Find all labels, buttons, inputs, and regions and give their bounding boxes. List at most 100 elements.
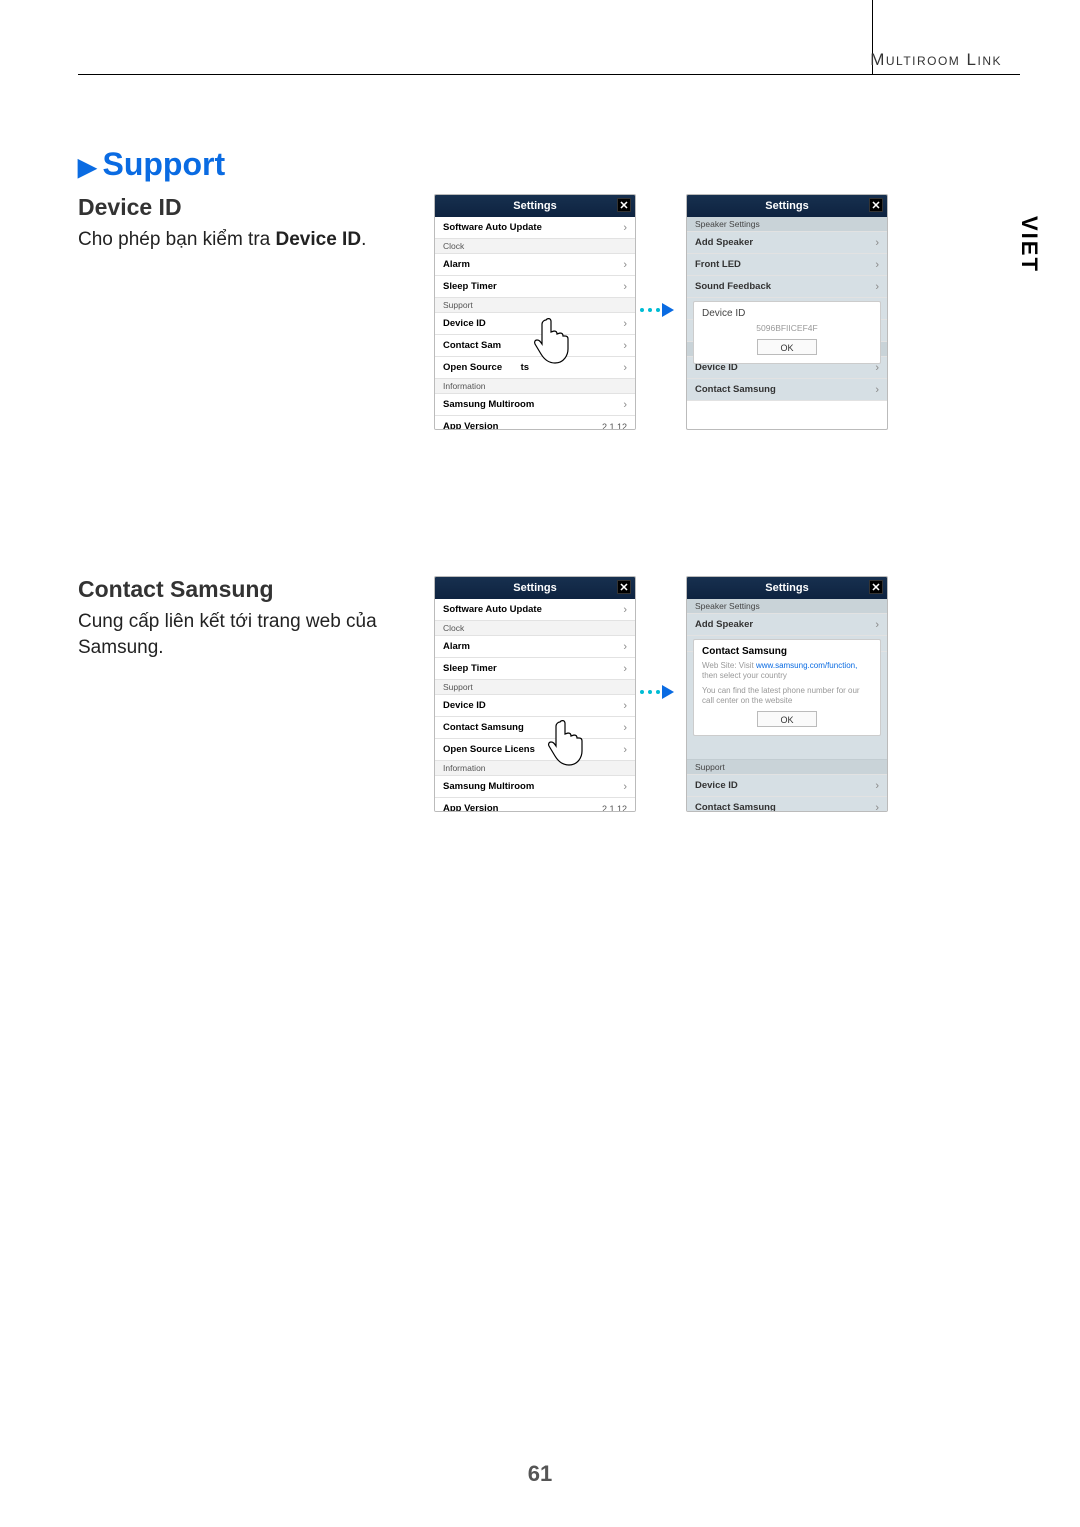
label: Alarm (443, 259, 470, 270)
settings-header: Settings ✕ (435, 577, 635, 599)
chevron-right-icon: › (623, 340, 627, 352)
support-heading: ▶Support (78, 146, 225, 183)
chevron-right-icon: › (623, 362, 627, 374)
row-support-header: Support (687, 760, 887, 775)
row-open-source[interactable]: Open Source ts › (435, 357, 635, 379)
breadcrumb: Multiroom Link (870, 50, 1002, 70)
contact-samsung-popup: Contact Samsung Web Site: Visit www.sams… (693, 639, 881, 736)
label: App Version (443, 421, 498, 430)
row-contact-samsung[interactable]: Contact Samsung› (435, 717, 635, 739)
chevron-right-icon: › (623, 781, 627, 793)
row-samsung-multiroom[interactable]: Samsung Multiroom› (435, 394, 635, 416)
chevron-right-icon: › (623, 222, 627, 234)
label: App Version (443, 803, 498, 812)
row-sleep-timer[interactable]: Sleep Timer › (435, 276, 635, 298)
contact-samsung-desc: Cung cấp liên kết tới trang web của Sams… (78, 609, 408, 660)
settings-screen-device-id: Settings ✕ Software Auto Update› Clock A… (434, 194, 636, 430)
label: Support (695, 762, 725, 772)
label-suffix: ts (521, 362, 529, 373)
row-software-update[interactable]: Software Auto Update › (435, 599, 635, 621)
row-speaker-header: Speaker Settings (687, 217, 887, 232)
device-id-desc-bold: Device ID (276, 229, 362, 250)
label: Software Auto Update (443, 604, 542, 615)
close-icon[interactable]: ✕ (617, 198, 631, 212)
row-info-header: Information (435, 761, 635, 776)
row-alarm[interactable]: Alarm› (435, 636, 635, 658)
label: Information (443, 381, 486, 391)
device-id-title: Device ID (78, 194, 408, 221)
label: Samsung Multiroom (443, 399, 534, 410)
settings-title: Settings (765, 582, 808, 594)
label: Clock (443, 623, 464, 633)
label: Information (443, 763, 486, 773)
chevron-right-icon: › (875, 237, 879, 249)
row-add-speaker[interactable]: Add Speaker › (687, 232, 887, 254)
label: Sound Feedback (695, 281, 771, 292)
ok-button[interactable]: OK (757, 339, 817, 355)
settings-header: Settings ✕ (687, 195, 887, 217)
close-icon[interactable]: ✕ (869, 580, 883, 594)
language-tab: VIET (1016, 216, 1042, 273)
label: Front LED (695, 259, 741, 270)
chevron-right-icon: › (623, 722, 627, 734)
settings-title: Settings (513, 582, 556, 594)
row-device-id[interactable]: Device ID › (435, 695, 635, 717)
chevron-right-icon: › (875, 281, 879, 293)
chevron-right-icon: › (623, 604, 627, 616)
popup-title: Device ID (702, 308, 872, 319)
chevron-right-icon: › (623, 700, 627, 712)
settings-screen-device-id-popup: Settings ✕ Speaker Settings Add Speaker ›… (686, 194, 888, 430)
row-add-speaker[interactable]: Add Speaker › (687, 614, 887, 636)
row-sound-feedback[interactable]: Sound Feedback › (687, 276, 887, 298)
chevron-right-icon: › (623, 281, 627, 293)
settings-screen-contact-samsung: Settings ✕ Software Auto Update › Clock A… (434, 576, 636, 812)
popup-website-text: Web Site: Visit www.samsung.com/function… (702, 661, 872, 682)
app-version-value: 2.1.12 (602, 422, 627, 431)
row-support-header: Support (435, 298, 635, 313)
contact-samsung-section: Contact Samsung Cung cấp liên kết tới tr… (78, 576, 408, 660)
popup-link[interactable]: www.samsung.com/function, (756, 661, 857, 670)
row-open-source[interactable]: Open Source Licens› (435, 739, 635, 761)
ok-button[interactable]: OK (757, 711, 817, 727)
row-software-update[interactable]: Software Auto Update › (435, 217, 635, 239)
label: Add Speaker (695, 237, 753, 248)
label: Support (443, 682, 473, 692)
close-icon[interactable]: ✕ (617, 580, 631, 594)
row-device-id[interactable]: Device ID› (687, 775, 887, 797)
row-clock-header: Clock (435, 621, 635, 636)
device-id-desc-pre: Cho phép bạn kiểm tra (78, 229, 276, 250)
row-sleep-timer[interactable]: Sleep Timer› (435, 658, 635, 680)
row-alarm[interactable]: Alarm › (435, 254, 635, 276)
t: Web Site: Visit (702, 661, 756, 670)
row-device-id[interactable]: Device ID› (435, 313, 635, 335)
close-icon[interactable]: ✕ (869, 198, 883, 212)
label: Contact Sam (443, 340, 501, 351)
label: Software Auto Update (443, 222, 542, 233)
device-id-desc-post: . (361, 229, 366, 250)
chevron-right-icon: › (875, 619, 879, 631)
device-id-popup: Device ID 5096BFIICEF4F OK (693, 301, 881, 364)
support-heading-text: Support (102, 146, 225, 182)
chevron-right-icon: › (875, 384, 879, 396)
row-samsung-multiroom[interactable]: Samsung Multiroom› (435, 776, 635, 798)
row-front-led[interactable]: Front LED› (687, 254, 887, 276)
label: Sleep Timer (443, 281, 497, 292)
row-contact-samsung[interactable]: Contact Sam › (435, 335, 635, 357)
row-speaker-header: Speaker Settings (687, 599, 887, 614)
label: Device ID (443, 700, 486, 711)
row-contact-samsung[interactable]: Contact Samsung › (687, 379, 887, 401)
label: Support (443, 300, 473, 310)
label: Open Source (443, 362, 502, 373)
row-app-version: App Version2.1.12 (435, 798, 635, 812)
label: Speaker Settings (695, 219, 760, 229)
header-rule (78, 74, 1020, 75)
label: Add Speaker (695, 619, 753, 630)
settings-header: Settings ✕ (687, 577, 887, 599)
chevron-right-icon: › (623, 259, 627, 271)
row-info-header: Information (435, 379, 635, 394)
label: Contact Samsung (695, 384, 776, 395)
chevron-right-icon: › (623, 663, 627, 675)
row-clock-header: Clock (435, 239, 635, 254)
row-contact-samsung[interactable]: Contact Samsung› (687, 797, 887, 812)
contact-samsung-title: Contact Samsung (78, 576, 408, 603)
